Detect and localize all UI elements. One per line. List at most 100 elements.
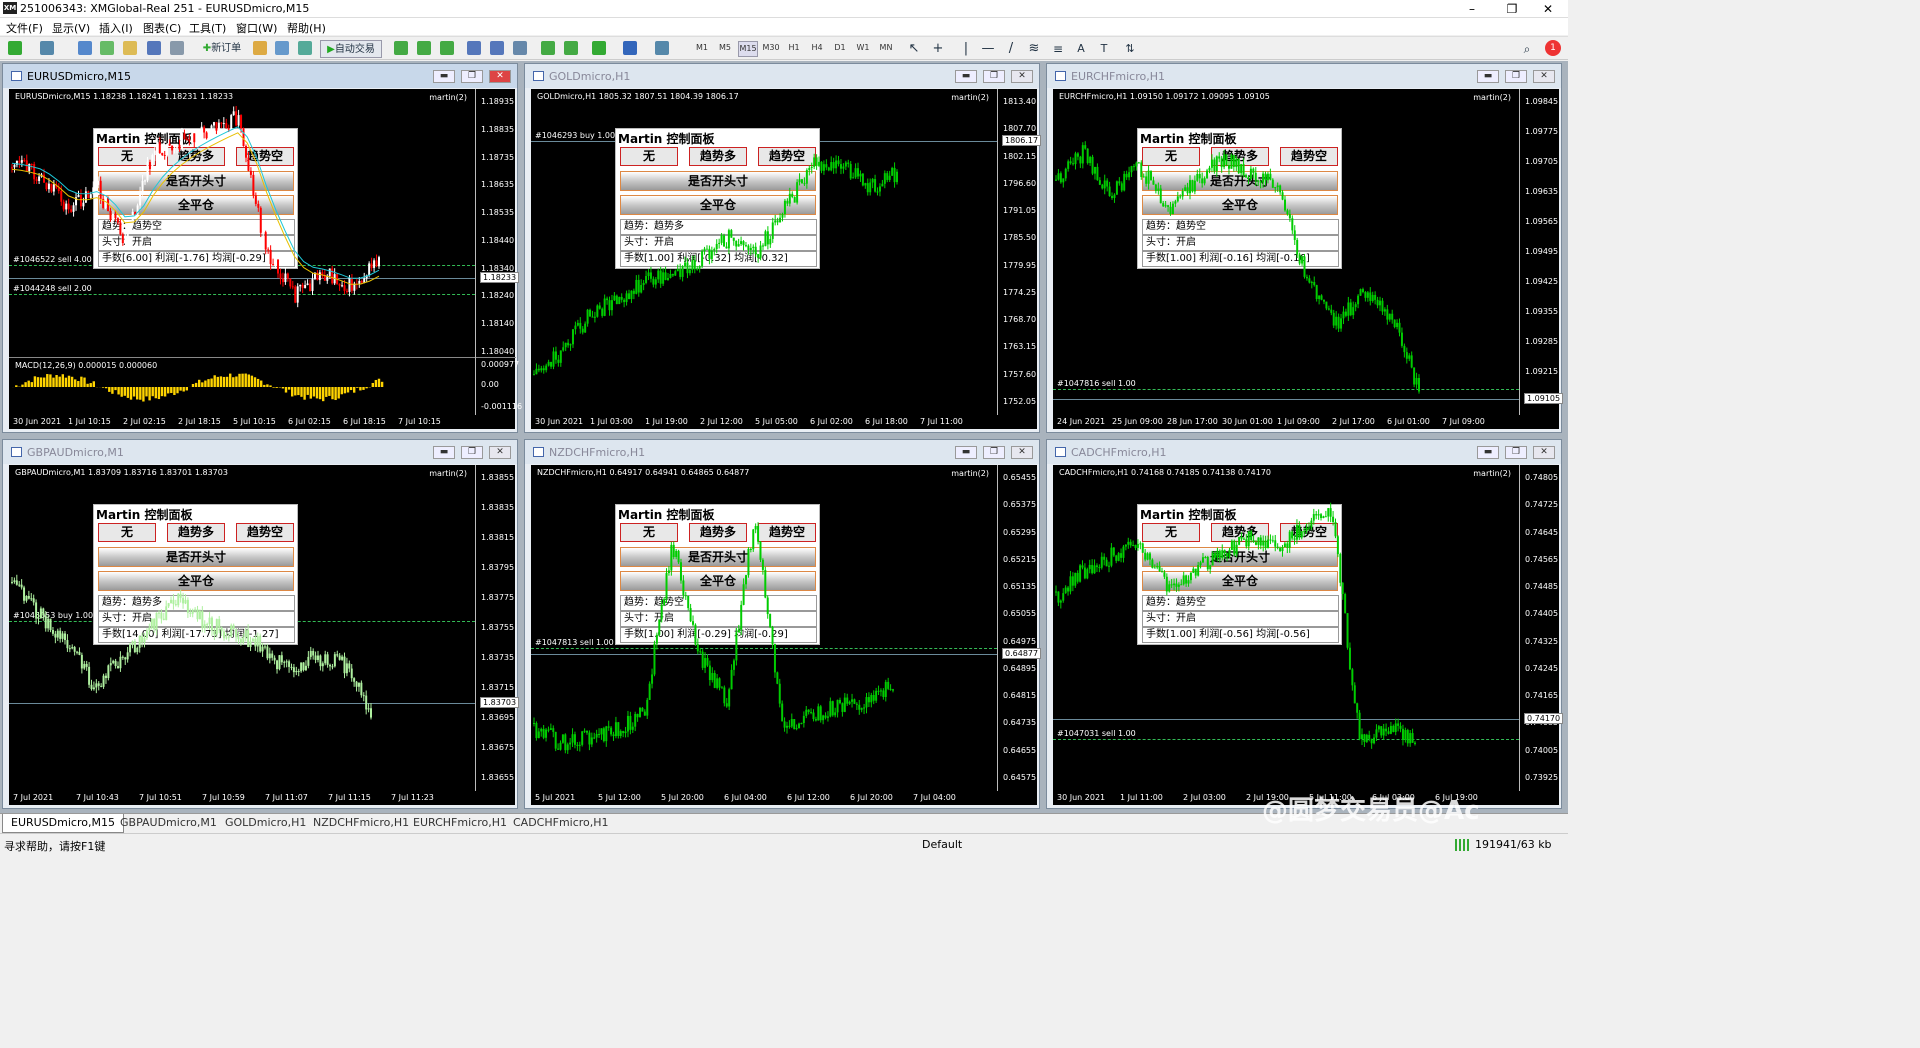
chart-minimize-icon[interactable]: ▬: [955, 446, 977, 459]
price-scale[interactable]: 0.65455 0.65375 0.65295 0.65215 0.65135 0.650…: [997, 465, 1042, 791]
vertical-line-icon[interactable]: |: [958, 40, 974, 58]
price-plot[interactable]: NZDCHFmicro,H1 0.64917 0.64941 0.64865 0…: [531, 465, 997, 791]
time-scale[interactable]: 30 Jun 2021 1 Jul 10:15 2 Jul 02:15 2 Jul 1…: [9, 415, 515, 429]
chart-close-icon[interactable]: ✕: [489, 446, 511, 459]
search-icon[interactable]: ⌕: [1519, 40, 1535, 58]
tile-windows-icon[interactable]: [513, 41, 527, 55]
notification-badge[interactable]: 1: [1545, 40, 1561, 56]
tf-m1[interactable]: M1: [692, 41, 712, 55]
tf-m30[interactable]: M30: [761, 41, 781, 55]
time-scale[interactable]: 7 Jul 2021 7 Jul 10:43 7 Jul 10:51 7 Jul 10…: [9, 791, 515, 805]
price-scale[interactable]: 1813.40 1807.70 1802.15 1796.60 1791.05 1785.…: [997, 89, 1042, 415]
strategy-tester-icon[interactable]: [170, 41, 184, 55]
time-scale[interactable]: 30 Jun 2021 1 Jul 03:00 1 Jul 19:00 2 Jul 1…: [531, 415, 1037, 429]
price-scale[interactable]: 1.09845 1.09775 1.09705 1.09635 1.09565 1.094…: [1519, 89, 1564, 415]
price-plot[interactable]: GBPAUDmicro,M1 1.83709 1.83716 1.83701 1…: [9, 465, 475, 791]
tab-eurusd[interactable]: EURUSDmicro,M15: [2, 814, 124, 833]
fibonacci-icon[interactable]: ≡: [1050, 40, 1066, 58]
chart-shift-icon[interactable]: [564, 41, 578, 55]
price-scale[interactable]: 1.18935 1.18835 1.18735 1.18635 1.18535 1.184…: [475, 89, 522, 415]
chart-window-titlebar[interactable]: EURUSDmicro,M15 ▬ ❐ ✕: [3, 64, 517, 88]
menu-file[interactable]: 文件(F): [6, 20, 43, 36]
tf-h1[interactable]: H1: [784, 41, 804, 55]
chart-window-gbpaud[interactable]: GBPAUDmicro,M1 ▬ ❐ ✕ GBPAUDmicro,M1 1.83709 …: [2, 439, 520, 809]
tf-w1[interactable]: W1: [853, 41, 873, 55]
tf-d1[interactable]: D1: [830, 41, 850, 55]
tab-gold[interactable]: GOLDmicro,H1: [217, 814, 314, 833]
market-watch-icon[interactable]: [78, 41, 92, 55]
menu-charts[interactable]: 图表(C): [143, 20, 181, 36]
chart-restore-icon[interactable]: ❐: [1505, 446, 1527, 459]
chart-window-nzdchf[interactable]: NZDCHFmicro,H1 ▬ ❐ ✕ NZDCHFmicro,H1 0.64917 …: [524, 439, 1042, 809]
tab-eurchf[interactable]: EURCHFmicro,H1: [405, 814, 515, 833]
indicators-icon[interactable]: [592, 41, 606, 55]
profiles-icon[interactable]: [40, 41, 54, 55]
chart-restore-icon[interactable]: ❐: [983, 70, 1005, 83]
chart-close-icon[interactable]: ✕: [489, 70, 511, 83]
chart-close-icon[interactable]: ✕: [1533, 70, 1555, 83]
menu-insert[interactable]: 插入(I): [99, 20, 133, 36]
menu-help[interactable]: 帮助(H): [287, 20, 326, 36]
tab-cadchf[interactable]: CADCHFmicro,H1: [505, 814, 617, 833]
chart-minimize-icon[interactable]: ▬: [433, 70, 455, 83]
chart-close-icon[interactable]: ✕: [1011, 70, 1033, 83]
chart-restore-icon[interactable]: ❐: [461, 446, 483, 459]
chart-minimize-icon[interactable]: ▬: [1477, 70, 1499, 83]
channel-icon[interactable]: ≋: [1026, 40, 1042, 58]
templates-icon[interactable]: [655, 41, 669, 55]
tf-m15[interactable]: M15: [738, 41, 758, 57]
zoom-out-icon[interactable]: [490, 41, 504, 55]
price-plot[interactable]: EURCHFmicro,H1 1.09150 1.09172 1.09095 1…: [1053, 89, 1519, 415]
autoscroll-icon[interactable]: [541, 41, 555, 55]
chart-window-titlebar[interactable]: EURCHFmicro,H1 ▬ ❐ ✕: [1047, 64, 1561, 88]
chart-close-icon[interactable]: ✕: [1533, 446, 1555, 459]
terminal-icon[interactable]: [147, 41, 161, 55]
signals-icon[interactable]: [275, 41, 289, 55]
menu-view[interactable]: 显示(V): [52, 20, 90, 36]
chart-window-titlebar[interactable]: GOLDmicro,H1 ▬ ❐ ✕: [525, 64, 1039, 88]
trendline-icon[interactable]: /: [1003, 40, 1019, 58]
close-icon[interactable]: ✕: [1528, 0, 1568, 18]
chart-restore-icon[interactable]: ❐: [1505, 70, 1527, 83]
chart-window-titlebar[interactable]: CADCHFmicro,H1 ▬ ❐ ✕: [1047, 440, 1561, 464]
price-plot[interactable]: EURUSDmicro,M15 1.18238 1.18241 1.18231 …: [9, 89, 475, 415]
market-icon[interactable]: [298, 41, 312, 55]
tf-m5[interactable]: M5: [715, 41, 735, 55]
price-plot[interactable]: CADCHFmicro,H1 0.74168 0.74185 0.74138 0…: [1053, 465, 1519, 791]
chart-window-titlebar[interactable]: GBPAUDmicro,M1 ▬ ❐ ✕: [3, 440, 517, 464]
text-icon[interactable]: A: [1073, 40, 1089, 58]
chart-restore-icon[interactable]: ❐: [983, 446, 1005, 459]
menu-tools[interactable]: 工具(T): [189, 20, 226, 36]
chart-minimize-icon[interactable]: ▬: [955, 70, 977, 83]
minimize-icon[interactable]: –: [1452, 0, 1492, 18]
chart-minimize-icon[interactable]: ▬: [433, 446, 455, 459]
horizontal-line-icon[interactable]: —: [980, 40, 996, 58]
chart-window-eurusd[interactable]: EURUSDmicro,M15 ▬ ❐ ✕ EURUSDmicro,M15 1.1823…: [2, 63, 522, 433]
chart-window-eurchf[interactable]: EURCHFmicro,H1 ▬ ❐ ✕ EURCHFmicro,H1 1.09150 …: [1046, 63, 1564, 433]
price-scale[interactable]: 0.74805 0.74725 0.74645 0.74565 0.74485 0.744…: [1519, 465, 1564, 791]
menu-window[interactable]: 窗口(W): [236, 20, 277, 36]
price-plot[interactable]: GOLDmicro,H1 1805.32 1807.51 1804.39 180…: [531, 89, 997, 415]
time-scale[interactable]: 24 Jun 2021 25 Jun 09:00 28 Jun 17:00 30 Ju…: [1053, 415, 1559, 429]
chart-minimize-icon[interactable]: ▬: [1477, 446, 1499, 459]
tab-gbpaud[interactable]: GBPAUDmicro,M1: [112, 814, 225, 833]
tf-mn[interactable]: MN: [876, 41, 896, 55]
text-label-icon[interactable]: T: [1096, 40, 1112, 58]
chart-restore-icon[interactable]: ❐: [461, 70, 483, 83]
crosshair-icon[interactable]: +: [930, 40, 946, 58]
bar-chart-icon[interactable]: [394, 41, 408, 55]
line-chart-icon[interactable]: [440, 41, 454, 55]
maximize-icon[interactable]: ❐: [1492, 0, 1532, 18]
time-scale[interactable]: 5 Jul 2021 5 Jul 12:00 5 Jul 20:00 6 Jul 04…: [531, 791, 1037, 805]
data-window-icon[interactable]: [100, 41, 114, 55]
chart-window-titlebar[interactable]: NZDCHFmicro,H1 ▬ ❐ ✕: [525, 440, 1039, 464]
chart-window-gold[interactable]: GOLDmicro,H1 ▬ ❐ ✕ GOLDmicro,H1 1805.32 1807…: [524, 63, 1042, 433]
periods-icon[interactable]: [623, 41, 637, 55]
price-scale[interactable]: 1.83855 1.83835 1.83815 1.83795 1.83775 1.837…: [475, 465, 520, 791]
tab-nzdchf[interactable]: NZDCHFmicro,H1: [305, 814, 417, 833]
chart-window-cadchf[interactable]: CADCHFmicro,H1 ▬ ❐ ✕ CADCHFmicro,H1 0.74168 …: [1046, 439, 1564, 809]
zoom-in-icon[interactable]: [467, 41, 481, 55]
new-order-button[interactable]: ✚新订单: [196, 40, 248, 58]
tf-h4[interactable]: H4: [807, 41, 827, 55]
auto-trading-button[interactable]: ▶自动交易: [320, 40, 382, 58]
